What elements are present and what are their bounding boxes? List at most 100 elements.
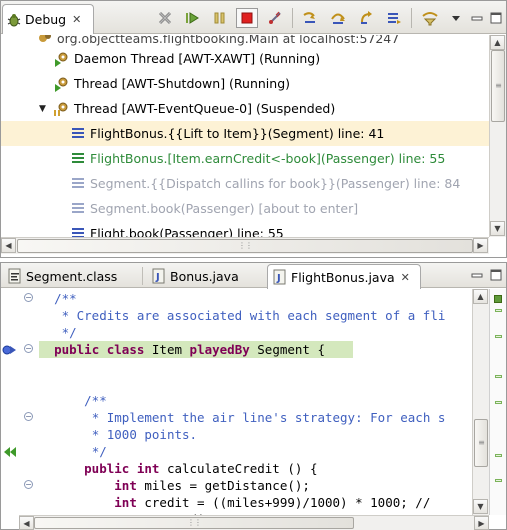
overview-marker[interactable] <box>495 375 502 378</box>
editor-horizontal-scrollbar[interactable]: ◀ ⋮⋮ ▶ <box>19 515 489 530</box>
step-over-button[interactable] <box>327 8 349 28</box>
tree-row-thread[interactable]: Thread [AWT-Shutdown] (Running) <box>1 71 489 96</box>
running-thread-icon <box>53 51 69 67</box>
scroll-left-arrow-icon[interactable]: ◀ <box>1 238 16 253</box>
scroll-up-arrow-icon[interactable]: ▲ <box>490 35 505 50</box>
overview-marker[interactable] <box>495 454 502 457</box>
suspend-button[interactable] <box>209 8 231 28</box>
use-step-filters-button[interactable] <box>419 8 441 28</box>
close-icon[interactable]: ✕ <box>72 13 81 26</box>
tab-debug[interactable]: Debug ✕ <box>2 4 94 34</box>
code-line[interactable]: * Implement the air line's strategy: For… <box>39 409 489 426</box>
expanded-twisty-icon[interactable]: ▼ <box>39 104 46 114</box>
view-menu-button[interactable] <box>445 8 467 28</box>
maximize-button[interactable] <box>485 265 507 285</box>
fold-collapse-icon[interactable]: − <box>24 412 33 421</box>
tab-bonus-java[interactable]: J Bonus.java <box>147 264 265 288</box>
scroll-down-arrow-icon[interactable]: ▼ <box>473 499 488 514</box>
debug-horizontal-scrollbar[interactable]: ◀ ⋮⋮ ▶ <box>1 237 489 254</box>
stack-frame-row[interactable]: Segment.book(Passenger) [about to enter] <box>1 196 489 221</box>
resume-button[interactable] <box>181 8 203 28</box>
thread-label: Thread [AWT-EventQueue-0] (Suspended) <box>74 101 336 116</box>
fold-collapse-icon[interactable]: − <box>24 344 33 353</box>
toolbar-separator <box>411 8 412 28</box>
overview-ruler[interactable] <box>489 289 506 515</box>
code-line[interactable]: * 1000 points. <box>39 426 489 443</box>
scroll-right-arrow-icon[interactable]: ▶ <box>473 238 488 253</box>
quick-diff-summary-icon <box>494 295 502 303</box>
code-comment: /** <box>54 291 77 306</box>
step-return-button[interactable] <box>355 8 377 28</box>
vertical-ruler[interactable] <box>1 289 19 515</box>
tab-segment-class[interactable]: Segment.class <box>3 264 139 288</box>
frame-label: FlightBonus.{{Lift to Item}}(Segment) li… <box>90 126 385 141</box>
terminate-button[interactable] <box>236 8 258 28</box>
code-line[interactable]: public int calculateCredit () { <box>39 460 489 477</box>
maximize-button[interactable] <box>485 8 507 28</box>
editor-vertical-scrollbar[interactable]: ▲ ≡ ▼ <box>472 289 489 515</box>
overview-marker[interactable] <box>495 479 502 482</box>
scrollbar-thumb[interactable]: ⋮⋮ <box>34 517 354 529</box>
svg-text:J: J <box>155 272 160 283</box>
overview-marker[interactable] <box>495 401 502 404</box>
tab-label: FlightBonus.java <box>291 269 395 285</box>
remove-terminated-button[interactable] <box>154 8 176 28</box>
code-line[interactable]: */ <box>39 324 489 341</box>
debug-view-toolbar: Debug ✕ <box>1 1 506 34</box>
code-editor[interactable]: − − − − /** * Credits are associated wit… <box>1 289 489 515</box>
tab-label: Bonus.java <box>170 268 239 284</box>
code-line[interactable]: /** <box>39 290 489 307</box>
code-text: calculateCredit () { <box>166 461 318 476</box>
running-thread-icon <box>53 76 69 92</box>
stack-frame-row[interactable]: Flight.book(Passenger) line: 55 <box>1 221 489 237</box>
scroll-down-arrow-icon[interactable]: ▼ <box>490 221 505 236</box>
current-instruction-line[interactable]: public class Item playedBy Segment { <box>39 341 353 358</box>
debug-vertical-scrollbar[interactable]: ▲ ≡ ▼ <box>489 35 506 237</box>
drop-to-frame-icon <box>388 13 401 24</box>
scroll-up-arrow-icon[interactable]: ▲ <box>473 289 488 304</box>
drop-to-frame-button[interactable] <box>383 8 405 28</box>
step-into-icon <box>303 12 315 23</box>
folding-ruler: − − − − <box>19 289 39 515</box>
code-text: miles = getDistance(); <box>144 478 310 493</box>
code-comment: * Credits are associated with each segme… <box>61 308 446 323</box>
code-line[interactable]: /** <box>39 392 489 409</box>
class-file-icon <box>7 268 23 284</box>
thread-label: Daemon Thread [AWT-XAWT] (Running) <box>74 51 321 66</box>
fold-collapse-icon[interactable]: − <box>24 293 33 302</box>
code-line[interactable] <box>39 375 489 392</box>
stack-frame-row[interactable]: Segment.{{Dispatch callins for book}}(Pa… <box>1 171 489 196</box>
stack-frame-row[interactable]: FlightBonus.[Item.earnCredit<-book](Pass… <box>1 146 489 171</box>
tree-row-thread[interactable]: Daemon Thread [AWT-XAWT] (Running) <box>1 46 489 71</box>
stack-frame-row[interactable]: FlightBonus.{{Lift to Item}}(Segment) li… <box>1 121 489 146</box>
suspend-icon <box>214 12 225 24</box>
code-line[interactable]: * Credits are associated with each segme… <box>39 307 489 324</box>
java-application-icon <box>37 35 53 46</box>
tree-row-thread[interactable]: ▼ Thread [AWT-EventQueue-0] (Suspended) <box>1 96 489 121</box>
scroll-right-arrow-icon[interactable]: ▶ <box>474 516 489 530</box>
overview-marker[interactable] <box>495 335 502 338</box>
code-line[interactable] <box>39 358 489 375</box>
step-into-button[interactable] <box>299 8 321 28</box>
scrollbar-thumb[interactable]: ≡ <box>474 419 488 467</box>
code-comment: /** <box>84 393 107 408</box>
disconnect-button[interactable] <box>264 8 286 28</box>
code-line[interactable]: */ <box>39 443 489 460</box>
view-menu-icon <box>452 16 460 21</box>
tab-flightbonus-java[interactable]: J FlightBonus.java ✕ <box>267 264 421 289</box>
code-line[interactable]: int miles = getDistance(); <box>39 477 489 494</box>
fold-collapse-icon[interactable]: − <box>24 480 33 489</box>
frame-label: Segment.book(Passenger) [about to enter] <box>90 201 359 216</box>
resume-icon <box>186 12 199 24</box>
code-line[interactable]: int credit = ((miles+999)/1000) * 1000; … <box>39 494 489 511</box>
code-comment: */ <box>91 444 107 459</box>
scrollbar-thumb[interactable]: ⋮⋮ <box>17 239 473 253</box>
overview-marker[interactable] <box>495 309 502 312</box>
close-icon[interactable]: ✕ <box>401 271 410 284</box>
scrollbar-thumb[interactable]: ≡ <box>491 50 505 122</box>
scroll-left-arrow-icon[interactable]: ◀ <box>19 516 34 530</box>
